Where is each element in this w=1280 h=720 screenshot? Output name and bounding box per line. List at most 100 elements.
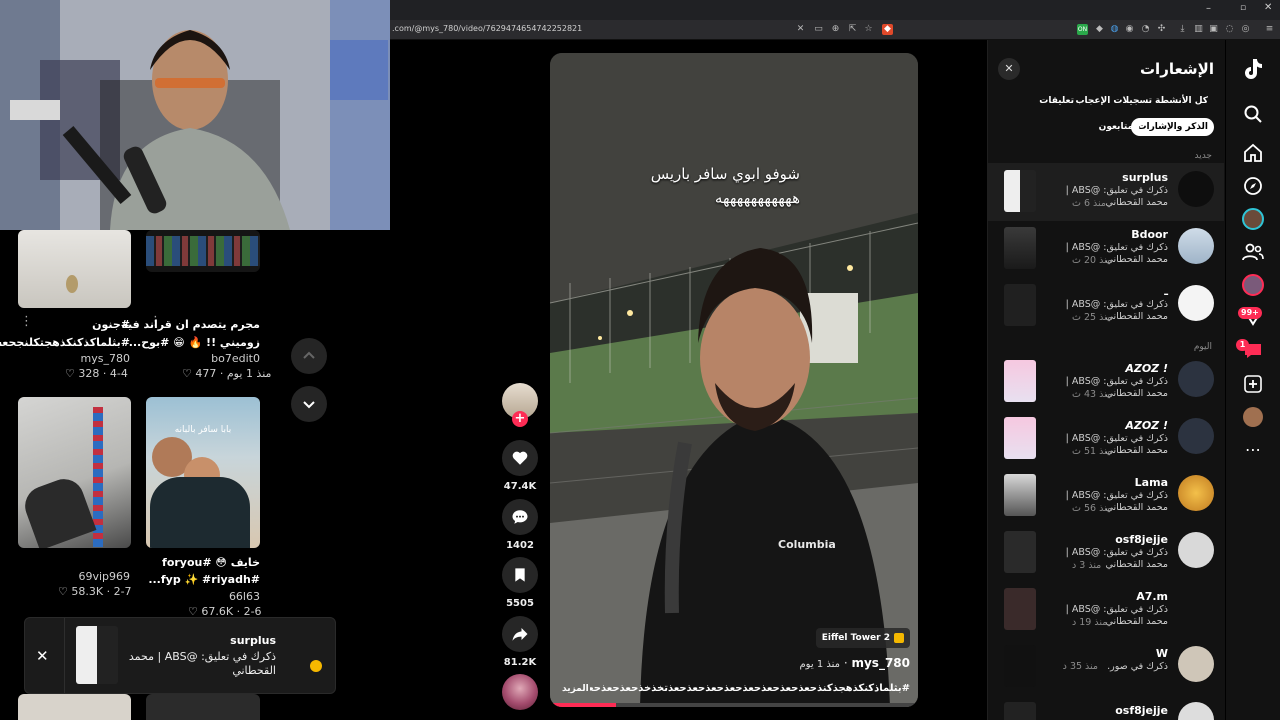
profile-ring-icon[interactable] <box>1240 272 1266 298</box>
notification-avatar[interactable] <box>1178 361 1214 397</box>
notification-thumbnail[interactable] <box>1004 170 1036 212</box>
tiktok-logo-icon[interactable] <box>1240 56 1266 82</box>
feed-caption[interactable]: زوميني !! 🔥 😁 #بوح... <box>129 336 260 349</box>
previous-video-button[interactable] <box>291 338 327 374</box>
comment-button[interactable] <box>502 499 538 535</box>
feed-caption[interactable]: مجرم يتصدم ان قراند فيه <box>121 318 260 331</box>
notification-thumbnail[interactable] <box>1004 645 1036 687</box>
feed-caption[interactable]: خايف 😳 #foryou <box>162 556 260 569</box>
extension-badge-icon[interactable]: ON <box>1077 24 1088 35</box>
feed-thumbnail[interactable] <box>18 230 131 308</box>
feed-author[interactable]: 69vip969 <box>70 570 130 583</box>
toast-thumbnail[interactable] <box>76 626 118 684</box>
video-progress-bar[interactable] <box>550 703 918 707</box>
more-icon[interactable]: ⋯ <box>1240 436 1266 462</box>
bookmark-star-icon[interactable]: ☆ <box>863 24 874 35</box>
notification-name[interactable]: osf8jejje <box>1115 704 1168 717</box>
notification-time: منذ 20 ث <box>1072 255 1113 266</box>
notification-thumbnail[interactable] <box>1004 531 1036 573</box>
video-author[interactable]: mys_780 <box>851 656 910 670</box>
feed-author[interactable]: mys_780 <box>70 352 130 365</box>
notification-time: منذ 19 د <box>1072 617 1108 628</box>
notification-avatar[interactable] <box>1178 285 1214 321</box>
save-button[interactable] <box>502 557 538 593</box>
brave-shield-icon[interactable]: ◆ <box>882 24 893 35</box>
vpn-icon[interactable]: ◎ <box>1240 24 1251 35</box>
notification-avatar[interactable] <box>1178 418 1214 454</box>
menu-icon[interactable]: ≡ <box>1264 24 1275 35</box>
profile-avatar-icon[interactable] <box>1240 404 1266 430</box>
feed-thumbnail[interactable] <box>18 397 131 548</box>
like-button[interactable] <box>502 440 538 476</box>
close-icon[interactable]: ✕ <box>1264 2 1272 13</box>
feed-author[interactable]: bo7edit0 <box>200 352 260 365</box>
notification-name[interactable]: A7.m <box>1136 590 1168 603</box>
notification-name[interactable]: Lama <box>1135 476 1168 489</box>
notification-time: منذ 43 ث <box>1072 389 1113 400</box>
reader-icon[interactable]: ✕ <box>795 24 806 35</box>
wallet-icon[interactable]: ▣ <box>1208 24 1219 35</box>
extension-2-icon[interactable]: ◍ <box>1109 24 1120 35</box>
cast-icon[interactable]: ▭ <box>813 24 824 35</box>
feed-thumbnail[interactable] <box>146 230 260 272</box>
notification-thumbnail[interactable] <box>1004 474 1036 516</box>
next-video-button[interactable] <box>291 386 327 422</box>
sound-disc-icon[interactable] <box>502 674 538 710</box>
tab-likes[interactable]: تسجيلات الإعجاب <box>1069 92 1158 110</box>
tab-all-activity[interactable]: كل الأنشطة <box>1149 92 1214 110</box>
notification-name[interactable]: osf8jejje <box>1115 533 1168 546</box>
zoom-icon[interactable]: ⊕ <box>830 24 841 35</box>
more-options-icon[interactable]: ⋮ <box>20 314 33 329</box>
notification-avatar[interactable] <box>1178 171 1214 207</box>
notification-thumbnail[interactable] <box>1004 284 1036 326</box>
home-icon[interactable] <box>1240 140 1266 166</box>
toast-close-icon[interactable]: ✕ <box>36 647 49 665</box>
share-icon[interactable]: ⇱ <box>847 24 858 35</box>
notification-thumbnail[interactable] <box>1004 417 1036 459</box>
search-icon[interactable] <box>1240 101 1266 127</box>
video-player[interactable]: Columbia شوفو ابوي سافر باريس هههههههههه… <box>550 53 918 707</box>
tab-followers[interactable]: المتابعون <box>1093 118 1146 136</box>
notification-name[interactable]: surplus <box>1122 171 1168 184</box>
minimize-icon[interactable]: – <box>1206 3 1211 14</box>
follow-plus-icon[interactable]: + <box>512 411 528 427</box>
notification-name[interactable]: AZOZ ! <box>1125 419 1168 432</box>
notification-avatar[interactable] <box>1178 532 1214 568</box>
notification-name[interactable]: AZOZ ! <box>1125 362 1168 375</box>
notification-name[interactable]: ـ <box>1164 285 1168 298</box>
share-button[interactable] <box>502 616 538 652</box>
friends-icon[interactable] <box>1240 239 1266 265</box>
live-avatar-icon[interactable] <box>1240 206 1266 232</box>
puzzle-icon[interactable]: ✣ <box>1156 24 1167 35</box>
notification-avatar[interactable] <box>1178 646 1214 682</box>
notification-thumbnail[interactable] <box>1004 360 1036 402</box>
feed-caption[interactable]: #fyp ✨ #riyadh... <box>148 573 260 586</box>
feed-thumbnail[interactable] <box>18 694 131 720</box>
more-link[interactable]: المزيد <box>562 684 589 694</box>
location-tag[interactable]: Eiffel Tower 2 <box>815 628 910 648</box>
extension-icon[interactable]: ◆ <box>1094 24 1105 35</box>
extension-3-icon[interactable]: ◉ <box>1124 24 1135 35</box>
feed-thumbnail[interactable] <box>146 694 260 720</box>
profile-icon[interactable]: ◌ <box>1224 24 1235 35</box>
download-icon[interactable]: ⤓ <box>1177 24 1188 35</box>
feed-author[interactable]: 66l63 <box>200 590 260 603</box>
notification-name[interactable]: W <box>1156 647 1168 660</box>
explore-icon[interactable] <box>1240 173 1266 199</box>
notification-avatar[interactable] <box>1178 475 1214 511</box>
sidebar-icon[interactable]: ▥ <box>1193 24 1204 35</box>
notification-thumbnail[interactable] <box>1004 702 1036 720</box>
video-caption[interactable]: #بثلماذكنكذهجذكنذحعذحعذحعذحعذحعذحعذحعذحع… <box>590 683 910 694</box>
extension-4-icon[interactable]: ◔ <box>1140 24 1151 35</box>
notification-name[interactable]: Bdoor <box>1131 228 1168 241</box>
notification-avatar[interactable] <box>1178 228 1214 264</box>
close-panel-button[interactable]: ✕ <box>998 58 1020 80</box>
tab-comments[interactable]: تعليقات <box>1033 92 1080 110</box>
feed-caption[interactable]: #بثلماكذكنكذهجتكلنجحعه... <box>0 336 130 349</box>
feed-thumbnail[interactable]: بابا سافر بالبانه <box>146 397 260 548</box>
upload-icon[interactable] <box>1240 371 1266 397</box>
restore-icon[interactable]: ▫ <box>1240 3 1246 13</box>
notification-thumbnail[interactable] <box>1004 227 1036 269</box>
url-text[interactable]: .com/@mys_780/video/7629474654742252821 <box>392 24 582 33</box>
notification-thumbnail[interactable] <box>1004 588 1036 630</box>
